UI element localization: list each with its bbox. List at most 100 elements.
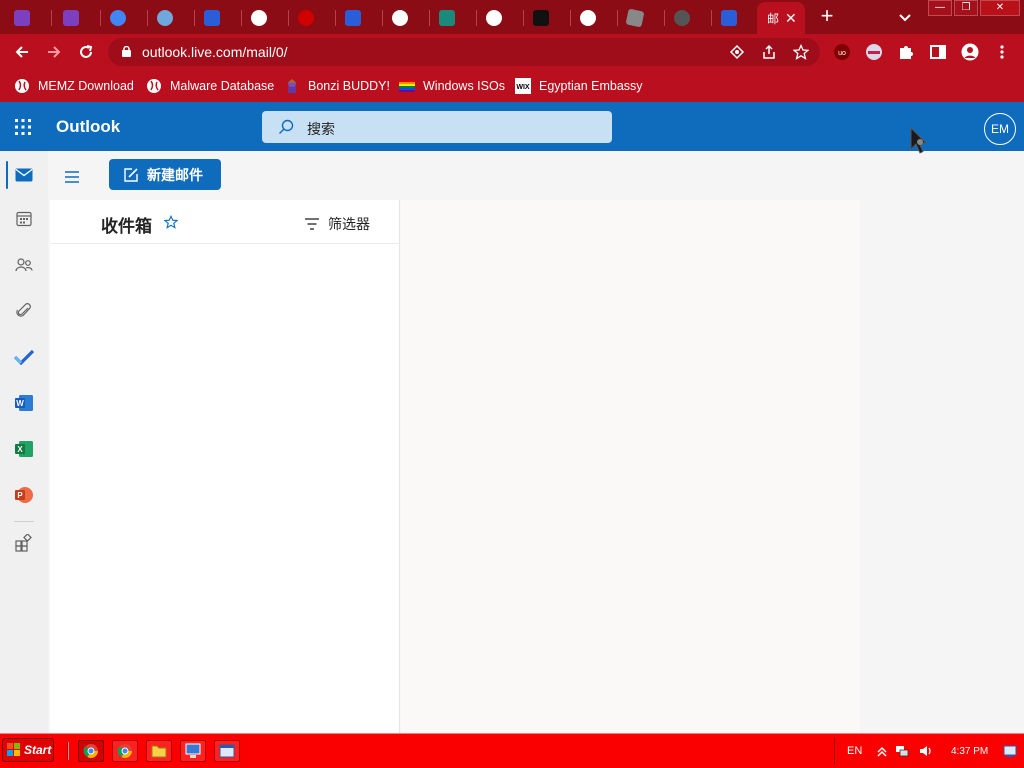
- jpg-favicon-icon: [14, 10, 30, 26]
- message-list-pane: 收件箱 筛选器: [50, 200, 400, 733]
- taskbar: Start EN 4:37 PM: [0, 733, 1024, 768]
- new-tab-button[interactable]: +: [815, 5, 839, 28]
- browser-tab[interactable]: 新: [476, 4, 507, 32]
- new-mail-button[interactable]: 新建邮件: [109, 159, 221, 190]
- start-button[interactable]: Start: [2, 738, 54, 762]
- svg-text:W: W: [16, 399, 24, 408]
- volume-icon[interactable]: [919, 744, 933, 758]
- show-desktop-icon[interactable]: [1003, 744, 1017, 758]
- browser-tab[interactable]: te: [335, 4, 366, 32]
- restore-button[interactable]: ❐: [954, 0, 978, 16]
- browser-tab[interactable]: Ir: [53, 4, 84, 32]
- tab-search-chevron-icon[interactable]: [896, 8, 914, 26]
- browser-tab[interactable]: d: [194, 4, 225, 32]
- lock-icon[interactable]: [122, 46, 131, 57]
- tab-separator: [51, 10, 52, 26]
- globe-favicon-icon: [580, 10, 596, 26]
- bookmark-malware-database[interactable]: Malware Database: [146, 77, 274, 95]
- browser-tab[interactable]: Ir: [4, 4, 35, 32]
- profile-extension-icon[interactable]: [865, 43, 883, 61]
- taskbar-explorer-button[interactable]: [146, 740, 172, 762]
- back-arrow-icon[interactable]: [12, 42, 32, 62]
- mouse-cursor-icon: [910, 127, 928, 154]
- taskbar-chrome-button[interactable]: [78, 740, 104, 762]
- globe-favicon-icon: [251, 10, 267, 26]
- kebab-menu-icon[interactable]: [993, 43, 1011, 61]
- powerpoint-app-button[interactable]: P: [12, 483, 36, 507]
- reload-icon[interactable]: [76, 42, 96, 62]
- start-label: Start: [24, 743, 52, 757]
- app-rail: W X P: [0, 151, 48, 733]
- people-app-button[interactable]: [12, 253, 36, 277]
- browser-tab[interactable]: h: [288, 4, 319, 32]
- clock[interactable]: 4:37 PM: [951, 746, 988, 757]
- show-hidden-icons-chevron-icon[interactable]: [875, 744, 889, 758]
- excel-app-button[interactable]: X: [12, 437, 36, 461]
- network-icon: [185, 743, 201, 758]
- apps-icon: [15, 534, 32, 552]
- browser-tab[interactable]: 多: [523, 4, 554, 32]
- mail-app-button[interactable]: [12, 163, 36, 187]
- address-bar[interactable]: outlook.live.com/mail/0/: [108, 38, 820, 66]
- compose-icon: [124, 167, 138, 182]
- github-favicon-icon: [157, 10, 173, 26]
- browser-tab[interactable]: R: [147, 4, 178, 32]
- profile-avatar-icon[interactable]: [961, 43, 979, 61]
- bookmark-bonzi-buddy[interactable]: Bonzi BUDDY!: [284, 77, 390, 95]
- globe-favicon-icon: [486, 10, 502, 26]
- todo-app-button[interactable]: [12, 345, 36, 369]
- google-lens-icon[interactable]: [729, 44, 745, 60]
- baidu-favicon-icon: [204, 10, 220, 26]
- outlook-brand-link[interactable]: Outlook: [56, 117, 120, 137]
- search-placeholder[interactable]: 搜索: [307, 119, 335, 139]
- url-text[interactable]: outlook.live.com/mail/0/: [142, 44, 288, 60]
- more-apps-button[interactable]: [12, 531, 36, 555]
- language-indicator[interactable]: EN: [847, 745, 862, 757]
- bookmark-memz-download[interactable]: MEMZ Download: [14, 77, 134, 95]
- word-icon: W: [15, 395, 33, 411]
- files-app-button[interactable]: [12, 299, 36, 323]
- browser-tab[interactable]: D: [429, 4, 460, 32]
- bookmark-windows-isos[interactable]: Windows ISOs: [399, 77, 505, 95]
- forward-arrow-icon[interactable]: [44, 42, 64, 62]
- reading-pane: [401, 200, 860, 733]
- minimize-button[interactable]: —: [928, 0, 952, 16]
- word-app-button[interactable]: W: [12, 391, 36, 415]
- browser-tab[interactable]: D: [241, 4, 272, 32]
- taskbar-window-button[interactable]: [214, 740, 240, 762]
- app-launcher-waffle-icon[interactable]: [14, 118, 32, 136]
- browser-tab[interactable]: n: [664, 4, 695, 32]
- side-panel-icon[interactable]: [929, 43, 947, 61]
- extensions-puzzle-icon[interactable]: [897, 43, 915, 61]
- ublock-extension-icon[interactable]: uo: [833, 43, 851, 61]
- svg-text:P: P: [17, 491, 23, 500]
- browser-tab[interactable]: 多: [570, 4, 601, 32]
- active-browser-tab[interactable]: 邮 ✕: [757, 2, 805, 34]
- calendar-app-button[interactable]: [12, 207, 36, 231]
- browser-tab[interactable]: R: [617, 4, 648, 32]
- close-window-button[interactable]: ✕: [980, 0, 1020, 16]
- account-avatar[interactable]: EM: [984, 113, 1016, 145]
- close-tab-icon[interactable]: ✕: [785, 10, 797, 27]
- browser-tab[interactable]: n: [100, 4, 131, 32]
- google-favicon-icon: [392, 10, 408, 26]
- taskbar-network-button[interactable]: [180, 740, 206, 762]
- bookmark-label: Windows ISOs: [423, 79, 505, 93]
- share-icon[interactable]: [761, 44, 777, 60]
- bonzi-icon: [288, 79, 296, 93]
- filter-icon: [305, 218, 319, 230]
- new-mail-label: 新建邮件: [147, 166, 203, 183]
- favorite-star-icon[interactable]: [164, 215, 178, 229]
- filter-button[interactable]: 筛选器: [304, 214, 370, 234]
- taskbar-chrome-button-2[interactable]: [112, 740, 138, 762]
- browser-tab[interactable]: tr: [382, 4, 413, 32]
- chrome-favicon-icon: [110, 10, 126, 26]
- browser-tab[interactable]: o: [711, 4, 742, 32]
- network-tray-icon[interactable]: [895, 744, 909, 758]
- search-box[interactable]: 搜索: [262, 111, 612, 143]
- hamburger-menu-icon[interactable]: [63, 169, 81, 185]
- bookmark-egyptian-embassy[interactable]: WIX Egyptian Embassy: [515, 77, 643, 95]
- bookmarks-bar: MEMZ Download Malware Database Bonzi BUD…: [0, 70, 1024, 102]
- attachment-icon: [16, 303, 31, 317]
- bookmark-star-icon[interactable]: [793, 44, 809, 60]
